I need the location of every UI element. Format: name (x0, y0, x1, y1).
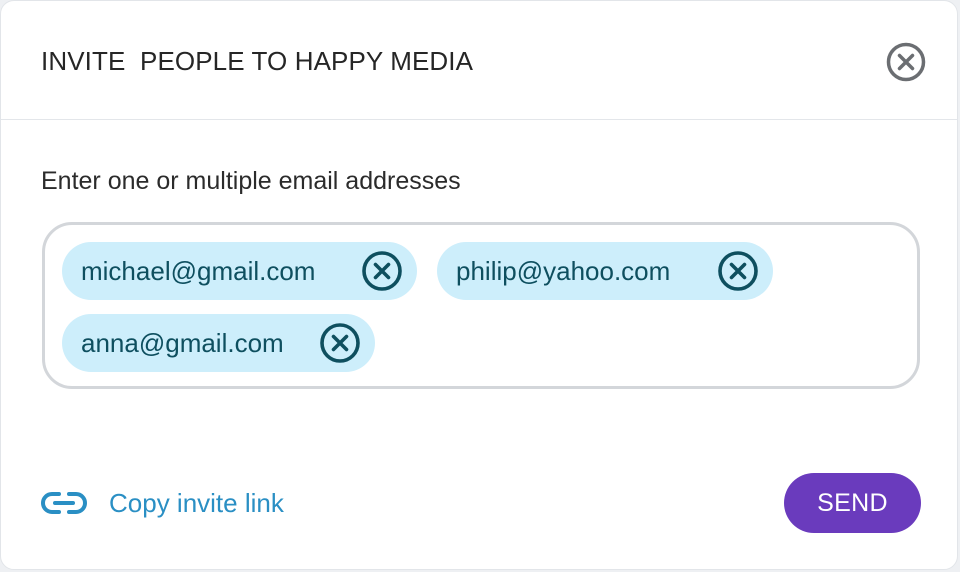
email-chip-label: philip@yahoo.com (456, 256, 671, 286)
email-chip: michael@gmail.com (62, 242, 417, 300)
dialog-header: INVITE PEOPLE TO HAPPY MEDIA (1, 1, 957, 120)
email-chip: anna@gmail.com (62, 314, 375, 372)
remove-circle-icon[interactable] (361, 250, 403, 292)
email-input-field[interactable]: michael@gmail.com philip@yahoo.com anna@… (42, 222, 920, 389)
send-button[interactable]: SEND (784, 473, 921, 533)
link-icon[interactable] (41, 490, 87, 516)
email-chip-label: anna@gmail.com (81, 328, 284, 358)
close-button[interactable] (886, 42, 926, 82)
email-chip: philip@yahoo.com (437, 242, 773, 300)
remove-circle-icon[interactable] (717, 250, 759, 292)
remove-circle-icon[interactable] (319, 322, 361, 364)
close-circle-icon[interactable] (886, 42, 926, 82)
email-chip-label: michael@gmail.com (81, 256, 316, 286)
copy-invite-link-label[interactable]: Copy invite link (109, 488, 284, 519)
invite-dialog: INVITE PEOPLE TO HAPPY MEDIA Enter one o… (0, 0, 958, 570)
email-prompt-label: Enter one or multiple email addresses (41, 167, 461, 195)
dialog-title: INVITE PEOPLE TO HAPPY MEDIA (41, 46, 474, 76)
